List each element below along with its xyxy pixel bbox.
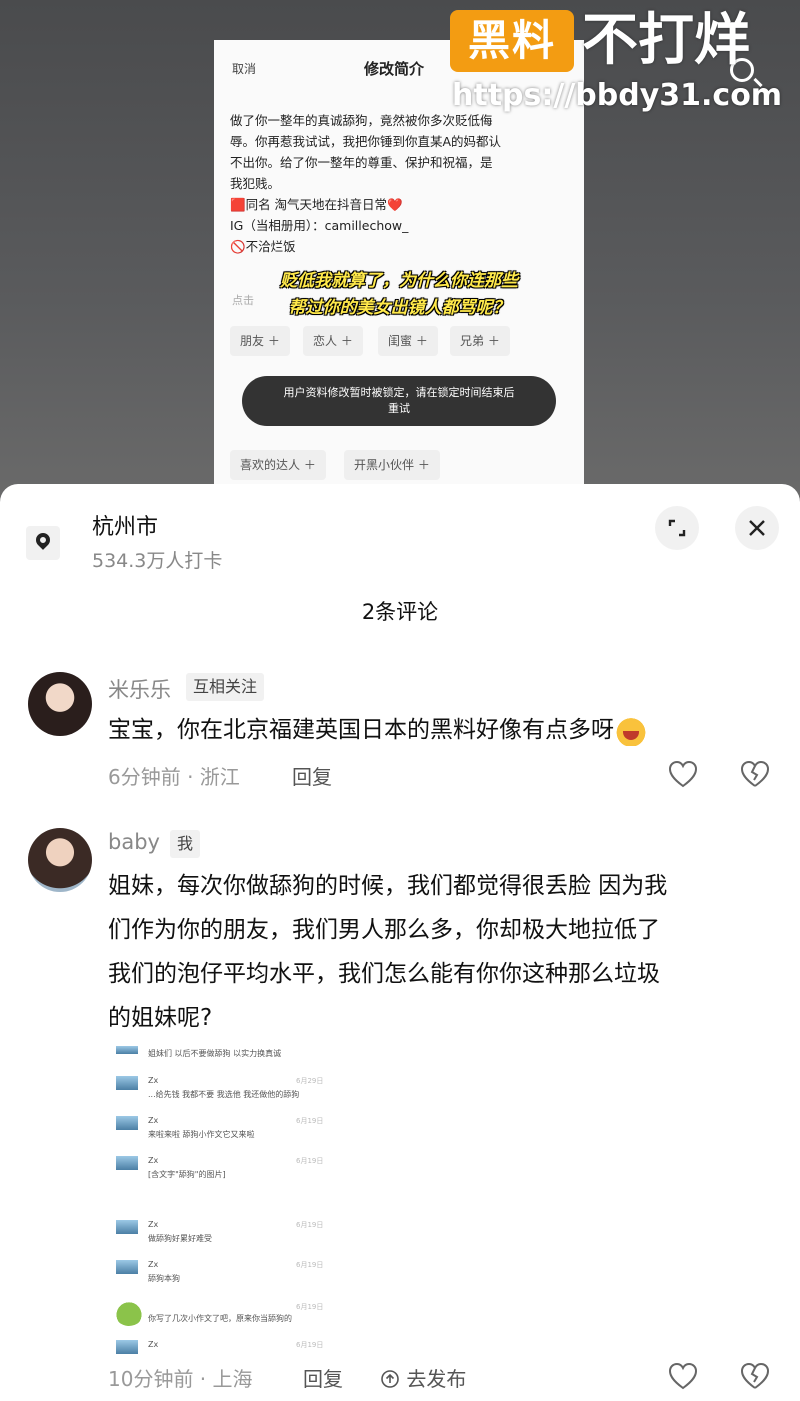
- chat-sender: Zx: [148, 1156, 159, 1165]
- chat-text: 来啦来啦 舔狗小作文它又来啦: [148, 1130, 255, 1139]
- comment-username[interactable]: baby: [108, 830, 160, 854]
- edit-title: 修改简介: [364, 60, 425, 78]
- chat-avatar: [116, 1076, 138, 1090]
- location-checkin-count: 534.3万人打卡: [92, 550, 223, 572]
- chat-header-text: 姐妹们 以后不要做舔狗 以实力换真诚: [148, 1049, 282, 1058]
- chat-text: 舔狗本狗: [148, 1274, 180, 1283]
- chat-text: 你写了几次小作文了吧，原来你当舔狗的: [148, 1314, 292, 1323]
- chat-avatar: [116, 1260, 138, 1274]
- caption-line: 帮过你的美女出镜人都骂呢？: [288, 298, 510, 318]
- broken-heart-icon[interactable]: [740, 760, 770, 788]
- comment-line: 我们的泡仔平均水平，我们怎么能有你你这种那么垃圾: [108, 961, 660, 987]
- chat-date: 6月19日: [296, 1221, 324, 1229]
- lock-toast: 用户资料修改暂时被锁定，请在锁定时间结束后 重试: [242, 376, 556, 426]
- laughing-emoji-icon: [614, 715, 648, 746]
- chat-text: ...给先钱 我都不要 我选他 我还做他的舔狗: [148, 1090, 300, 1099]
- comment-line: 的姐妹呢?: [108, 1005, 213, 1031]
- chat-sender: Zx: [148, 1220, 159, 1229]
- chat-date: 6月19日: [296, 1303, 324, 1311]
- toast-line: 用户资料修改暂时被锁定，请在锁定时间结束后: [283, 386, 515, 399]
- mutual-follow-badge: 互相关注: [186, 673, 265, 701]
- location-pin-icon: [26, 526, 60, 560]
- comments-count: 2条评论: [361, 600, 439, 624]
- heart-icon[interactable]: [668, 1362, 698, 1390]
- share-label: 去发布: [406, 1367, 467, 1391]
- comment-image-attachment[interactable]: 姐妹们 以后不要做舔狗 以实力换真诚 Zx 6月29日 ...给先钱 我都不要 …: [108, 1040, 338, 1360]
- watermark-url: https://bbdy31.com: [452, 78, 783, 113]
- chat-text: [含文字"舔狗"的图片]: [148, 1170, 226, 1179]
- chat-avatar: [116, 1220, 138, 1234]
- bio-line: 不出你。给了你一整年的尊重、保护和祝福，是: [230, 155, 493, 170]
- chat-sender: Zx: [148, 1340, 159, 1349]
- chat-date: 6月19日: [296, 1157, 324, 1165]
- watermark-text: 不打烊: [582, 8, 750, 73]
- reply-button[interactable]: 回复: [292, 761, 332, 790]
- expand-icon[interactable]: [655, 506, 699, 550]
- cancel-link: 取消: [232, 62, 257, 76]
- chat-date: 6月19日: [296, 1341, 324, 1349]
- bio-line: 🚫不洽烂饭: [230, 239, 296, 254]
- close-icon[interactable]: [735, 506, 779, 550]
- chip-lover: 恋人 ＋: [303, 326, 363, 356]
- heart-icon[interactable]: [668, 760, 698, 788]
- chip-favorite-creator: 喜欢的达人 ＋: [230, 450, 326, 480]
- reply-button[interactable]: 回复: [303, 1363, 343, 1392]
- caption-line: 贬低我就算了，为什么你连那些: [280, 271, 518, 291]
- avatar[interactable]: [28, 672, 92, 736]
- comment-text: 姐妹，每次你做舔狗的时候，我们都觉得很丢脸 因为我 们作为你的朋友，我们男人那么…: [108, 864, 667, 1040]
- chip-brother: 兄弟 ＋: [450, 326, 510, 356]
- share-post-button[interactable]: 去发布: [380, 1363, 466, 1392]
- chat-sender: Zx: [148, 1076, 159, 1085]
- chip-gaming-buddy: 开黑小伙伴 ＋: [344, 450, 440, 480]
- chat-text: 做舔狗好累好难受: [148, 1234, 212, 1243]
- comment-line: 们作为你的朋友，我们男人那么多，你却极大地拉低了: [108, 917, 660, 943]
- comment-time-location: 10分钟前 · 上海: [108, 1367, 253, 1391]
- toast-line: 重试: [388, 402, 410, 415]
- bio-line: 🟥同名 淘气天地在抖音日常❤️: [230, 197, 403, 212]
- comment-time-location: 6分钟前 · 浙江: [108, 765, 240, 789]
- chat-sender: Zx: [148, 1260, 159, 1269]
- chat-sender: Zx: [148, 1116, 159, 1125]
- chat-avatar: [116, 1156, 138, 1170]
- bio-line: 辱。你再惹我试试，我把你锤到你直某A的妈都认: [230, 134, 502, 149]
- share-icon: [381, 1370, 399, 1388]
- watermark-badge: 黑料: [450, 10, 574, 72]
- chip-friend: 朋友 ＋: [230, 326, 290, 356]
- chat-date: 6月19日: [296, 1261, 324, 1269]
- chip-bestie: 闺蜜 ＋: [378, 326, 438, 356]
- chat-avatar: [116, 1340, 138, 1354]
- comment-username[interactable]: 米乐乐: [108, 674, 171, 704]
- bio-line: IG（当相册用）：camillechow_: [230, 218, 409, 233]
- bio-text: 做了你一整年的真诚舔狗，竟然被你多次贬低侮 辱。你再惹我试试，我把你锤到你直某A…: [230, 110, 570, 257]
- broken-heart-icon[interactable]: [740, 1362, 770, 1390]
- comment-line: 宝宝，你在北京福建英国日本的黑料好像有点多呀: [108, 717, 614, 743]
- self-badge: 我: [170, 830, 201, 858]
- comment-line: 姐妹，每次你做舔狗的时候，我们都觉得很丢脸 因为我: [108, 873, 668, 899]
- chat-date: 6月19日: [296, 1117, 324, 1125]
- frog-avatar-icon: [114, 1298, 144, 1326]
- comment-text: 宝宝，你在北京福建英国日本的黑料好像有点多呀: [108, 708, 648, 752]
- chat-avatar: [116, 1046, 138, 1054]
- chat-date: 6月29日: [296, 1077, 324, 1085]
- bio-line: 我犯贱。: [230, 176, 281, 191]
- chat-avatar: [116, 1116, 138, 1130]
- location-name[interactable]: 杭州市: [92, 509, 158, 541]
- video-caption: 贬低我就算了，为什么你连那些 帮过你的美女出镜人都骂呢？: [214, 268, 584, 322]
- avatar[interactable]: [28, 828, 92, 892]
